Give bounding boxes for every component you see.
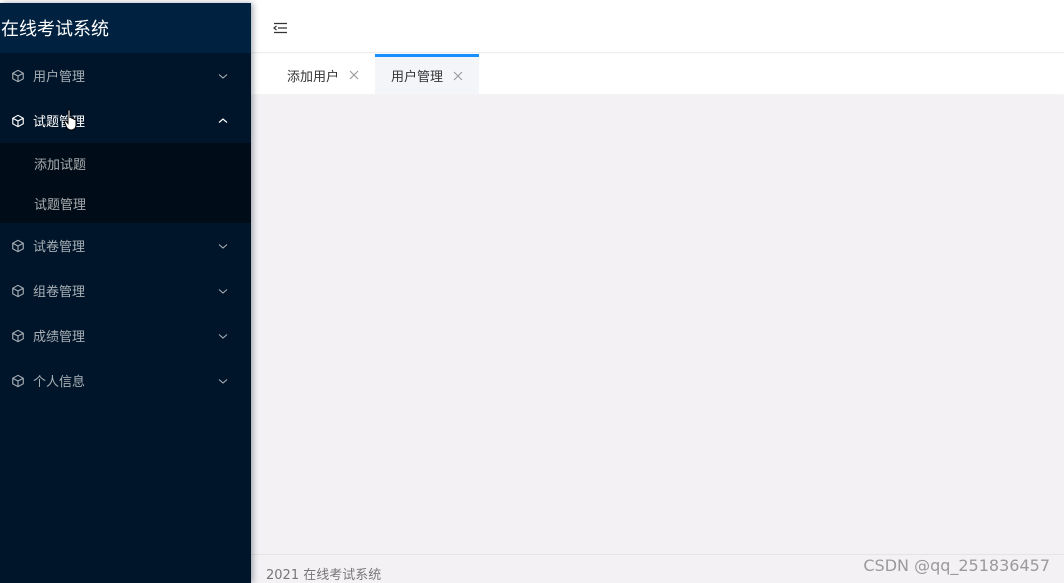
submenu-item-add-question[interactable]: 添加试题 [0, 143, 251, 183]
footer-text: 2021 在线考试系统 [266, 568, 382, 583]
cube-icon [11, 329, 25, 343]
watermark: CSDN @qq_251836457 [863, 556, 1050, 575]
tab-label: 添加用户 [287, 69, 340, 85]
app-root: 在线考试系统 用户管理 试题管理 添加试题 试题管理 试卷管理 组卷管理 成绩管… [0, 0, 1064, 583]
cube-icon [11, 69, 25, 83]
cube-icon [11, 114, 25, 128]
menu-item-personal-info[interactable]: 个人信息 [0, 358, 251, 403]
menu-item-label: 成绩管理 [33, 330, 86, 345]
cube-icon [11, 374, 25, 388]
tab-label: 用户管理 [391, 70, 444, 85]
cube-icon [11, 284, 25, 298]
menu-item-compose-paper[interactable]: 组卷管理 [0, 268, 251, 313]
menu-item-question-management[interactable]: 试题管理 [0, 98, 251, 143]
close-icon[interactable] [349, 70, 359, 80]
chevron-down-icon [217, 240, 229, 252]
tab-user-management[interactable]: 用户管理 [375, 54, 480, 94]
chevron-down-icon [217, 330, 229, 342]
submenu-question-management: 添加试题 试题管理 [0, 143, 251, 223]
top-header [251, 3, 1064, 53]
chevron-up-icon [217, 115, 229, 127]
menu-fold-icon[interactable] [271, 20, 289, 36]
menu-item-label: 试题管理 [33, 115, 86, 130]
menu-item-paper-management[interactable]: 试卷管理 [0, 223, 251, 268]
chevron-down-icon [217, 285, 229, 297]
cube-icon [11, 239, 25, 253]
chevron-down-icon [217, 70, 229, 82]
app-logo-title: 在线考试系统 [0, 3, 251, 53]
chevron-down-icon [217, 375, 229, 387]
sidebar: 在线考试系统 用户管理 试题管理 添加试题 试题管理 试卷管理 组卷管理 成绩管… [0, 3, 251, 583]
tab-add-user[interactable]: 添加用户 [271, 54, 375, 94]
menu-item-label: 组卷管理 [33, 285, 86, 300]
submenu-item-question-management[interactable]: 试题管理 [0, 183, 251, 223]
tab-bar: 添加用户 用户管理 [251, 54, 1064, 94]
menu-item-user-management[interactable]: 用户管理 [0, 53, 251, 98]
menu-item-label: 用户管理 [33, 70, 86, 85]
menu-item-label: 个人信息 [33, 375, 86, 390]
main-content [251, 95, 1064, 554]
menu-item-score-management[interactable]: 成绩管理 [0, 313, 251, 358]
menu-item-label: 试卷管理 [33, 240, 86, 255]
close-icon[interactable] [453, 71, 463, 81]
